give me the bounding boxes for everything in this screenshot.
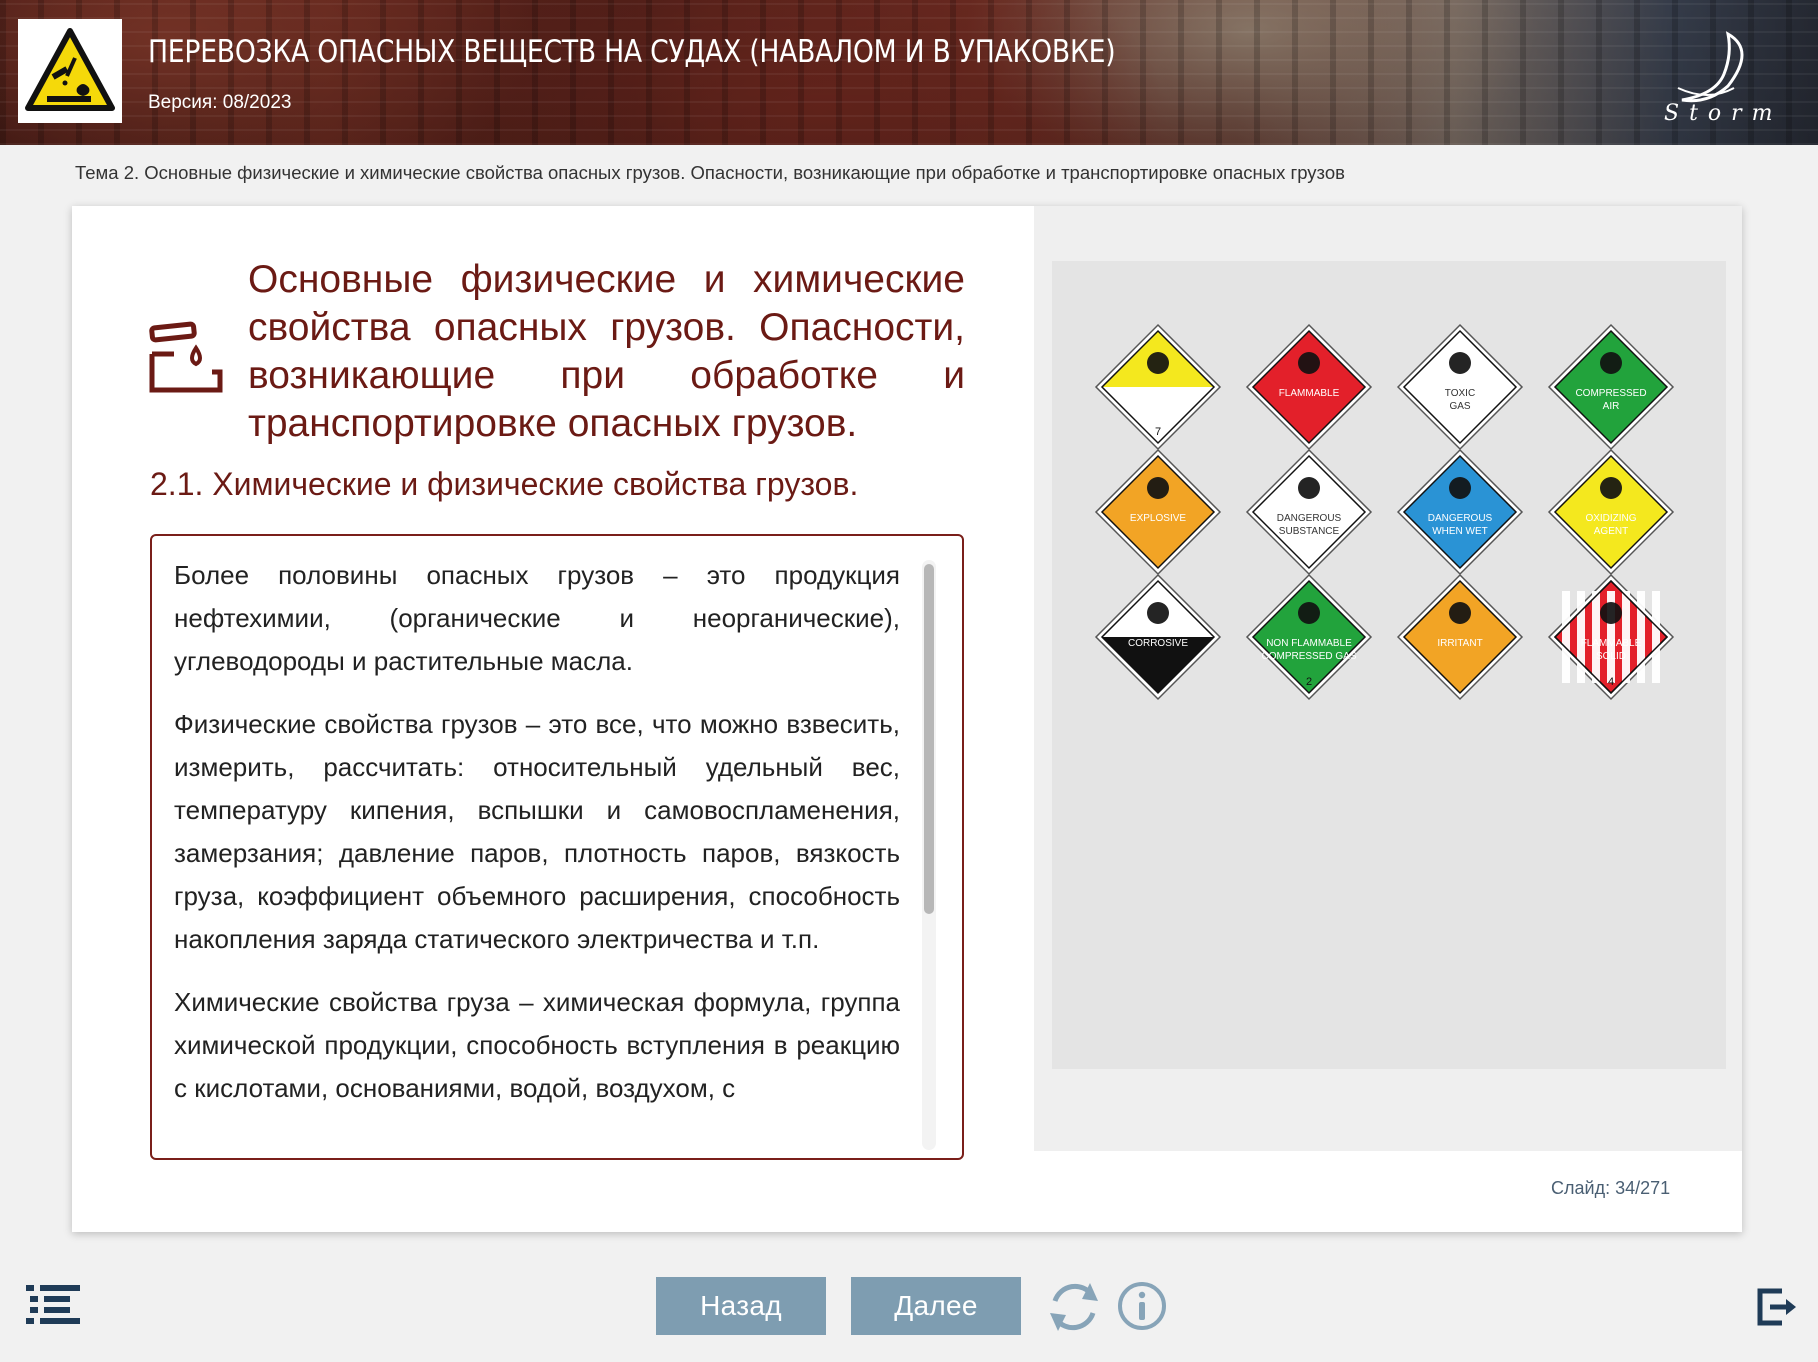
hazard-label-non-flammable-compressed-gas: NON FLAMMABLE COMPRESSED GAS 2 — [1245, 573, 1373, 701]
hazard-labels-image: RADIOACTIVE 7 FLAMMABLE TOXIC GAS COMPRESSED A… — [1052, 261, 1726, 1069]
hazard-label-dangerous-when-wet: DANGEROUS WHEN WET — [1396, 448, 1524, 576]
text-scroll-box[interactable]: Более половины опасных грузов – это прод… — [150, 534, 964, 1160]
course-title: ПЕРЕВОЗКА ОПАСНЫХ ВЕЩЕСТВ НА СУДАХ (НАВА… — [148, 34, 1116, 70]
hazard-label-flammable: FLAMMABLE — [1245, 323, 1373, 451]
hazard-label-toxic-gas: TOXIC GAS — [1396, 323, 1524, 451]
hazard-label-text: GAS — [1449, 401, 1470, 412]
hazard-label-text: DANGEROUS — [1277, 513, 1342, 524]
storm-logo-text: Storm — [1664, 101, 1778, 124]
hazard-label-explosive: EXPLOSIVE — [1094, 448, 1222, 576]
hazard-label-text: TOXIC — [1445, 388, 1475, 399]
hazard-labels-grid: RADIOACTIVE 7 FLAMMABLE TOXIC GAS COMPRESSED A… — [1094, 323, 1675, 701]
hazard-label-text: COMPRESSED GAS — [1261, 651, 1356, 662]
hazard-label-flammable-solid: FLAMMABLE SOLID 4 — [1547, 573, 1675, 701]
text-content: Более половины опасных грузов – это прод… — [174, 554, 900, 1144]
menu-icon[interactable] — [26, 1285, 80, 1330]
info-icon[interactable] — [1116, 1280, 1168, 1337]
reload-icon[interactable] — [1046, 1279, 1102, 1340]
hazard-label-text: OXIDIZING — [1585, 513, 1636, 524]
hazard-class-number: 7 — [1155, 426, 1161, 438]
hazard-label-text: CORROSIVE — [1128, 638, 1188, 649]
slide-counter-value: 34/271 — [1615, 1178, 1671, 1198]
chemical-section-icon — [148, 318, 224, 403]
vertical-scrollbar[interactable] — [922, 560, 936, 1150]
next-button[interactable]: Далее — [851, 1277, 1021, 1335]
paragraph: Физические свойства грузов – это все, чт… — [174, 709, 900, 954]
hazard-class-number: 4 — [1608, 676, 1614, 688]
back-button[interactable]: Назад — [656, 1277, 826, 1335]
hazard-label-text: EXPLOSIVE — [1130, 513, 1186, 524]
storm-logo-icon: Storm — [1658, 28, 1778, 129]
hazard-label-text: COMPRESSED — [1575, 388, 1646, 399]
topic-breadcrumb: Тема 2. Основные физические и химические… — [75, 162, 1345, 183]
hazard-label-text: AGENT — [1594, 526, 1628, 537]
hazard-label-text: RADIOACTIVE — [1124, 388, 1192, 399]
slide-counter: Слайд: 34/271 — [1551, 1178, 1670, 1199]
hazard-label-oxidizing-agent: OXIDIZING AGENT — [1547, 448, 1675, 576]
hazard-label-corrosive: CORROSIVE — [1094, 573, 1222, 701]
paragraph: Более половины опасных грузов – это прод… — [174, 560, 900, 676]
hazard-label-text: WHEN WET — [1432, 526, 1488, 537]
hazard-label-text: NON FLAMMABLE — [1266, 638, 1352, 649]
hazard-label-text: AIR — [1603, 401, 1620, 412]
hazard-label-text: FLAMMABLE — [1581, 638, 1642, 649]
hazard-label-text: SUBSTANCE — [1279, 526, 1340, 537]
hazard-class-number: 2 — [1306, 676, 1312, 688]
hazard-label-text: SOLID — [1596, 651, 1626, 662]
header-banner: ПЕРЕВОЗКА ОПАСНЫХ ВЕЩЕСТВ НА СУДАХ (НАВА… — [0, 0, 1818, 145]
hazard-label-text: DANGEROUS — [1428, 513, 1493, 524]
version-label: Версия: 08/2023 — [148, 92, 292, 113]
hazard-label-text: FLAMMABLE — [1279, 388, 1340, 399]
slide-counter-label: Слайд: — [1551, 1178, 1611, 1198]
hazard-label-text: IRRITANT — [1437, 638, 1482, 649]
hazard-label-compressed-air: COMPRESSED AIR — [1547, 323, 1675, 451]
hazard-label-radioactive: RADIOACTIVE 7 — [1094, 323, 1222, 451]
section-subheading: 2.1. Химические и физические свойства гр… — [150, 466, 859, 502]
hazard-label-dangerous-substance: DANGEROUS SUBSTANCE — [1245, 448, 1373, 576]
warning-corrosive-logo-icon — [18, 19, 122, 123]
exit-icon[interactable] — [1756, 1287, 1798, 1332]
scrollbar-thumb[interactable] — [924, 564, 934, 914]
slide-heading: Основные физические и химические свойств… — [248, 258, 965, 445]
paragraph: Химические свойства груза – химическая ф… — [174, 987, 900, 1103]
hazard-label-irritant: IRRITANT — [1396, 573, 1524, 701]
